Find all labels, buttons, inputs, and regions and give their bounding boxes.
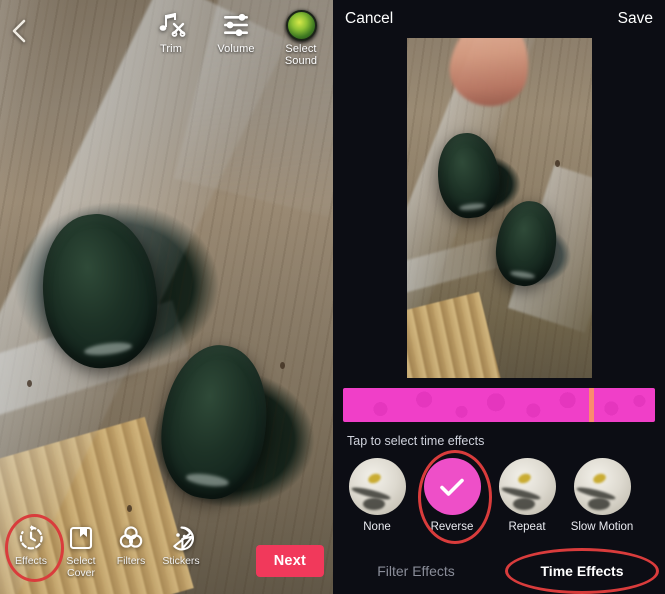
- thumbnail-detail: [588, 497, 611, 510]
- save-button[interactable]: Save: [618, 10, 653, 28]
- select-sound-label-line1: Select: [285, 43, 317, 55]
- effects-tab-bar: Filter Effects Time Effects: [333, 548, 665, 594]
- music-note-scissors-icon: [156, 10, 186, 40]
- debris-speck: [126, 504, 132, 512]
- screenshot-root: Trim Volume Select Sound Effects Select …: [0, 0, 665, 594]
- stickers-tool-label: Stickers: [162, 555, 200, 567]
- right-screen-time-effects: Cancel Save Tap to select time effects N…: [333, 0, 665, 594]
- sound-thumbnail-icon: [285, 9, 317, 41]
- select-sound-tool-button[interactable]: Select Sound: [277, 9, 325, 67]
- time-effect-label: None: [363, 521, 391, 533]
- select-cover-label-line2: Cover: [66, 566, 95, 579]
- trim-tool-label: Trim: [160, 43, 182, 55]
- volume-sliders-icon: [221, 10, 251, 40]
- select-sound-label-line2: Sound: [284, 55, 318, 67]
- turtle-shell-highlight: [459, 203, 486, 212]
- effect-thumbnail: [498, 458, 556, 515]
- left-screen-video-editor: Trim Volume Select Sound Effects Select …: [0, 0, 333, 594]
- debris-speck: [26, 380, 32, 388]
- debris-speck: [279, 362, 285, 370]
- checkmark-icon: [424, 458, 481, 515]
- volume-tool-button[interactable]: Volume: [212, 10, 260, 67]
- cancel-button[interactable]: Cancel: [345, 10, 393, 28]
- effects-clock-icon: [17, 522, 45, 554]
- top-tool-group: Trim Volume Select Sound: [147, 9, 325, 67]
- filters-tool-label: Filters: [116, 555, 146, 567]
- select-cover-tool-label: Select Cover: [66, 555, 96, 579]
- tab-time-effects[interactable]: Time Effects: [499, 548, 665, 594]
- next-button[interactable]: Next: [255, 545, 324, 577]
- select-cover-label-line1: Select: [66, 555, 96, 567]
- turtle-shell-highlight: [185, 470, 230, 488]
- select-sound-tool-label: Select Sound: [285, 43, 317, 67]
- editor-top-toolbar: Trim Volume Select Sound: [0, 0, 333, 84]
- video-preview-background: [0, 0, 333, 594]
- time-effect-label: Slow Motion: [570, 521, 634, 533]
- thumbnail-detail: [363, 497, 386, 510]
- video-preview[interactable]: [406, 38, 592, 378]
- time-effects-instruction-label: Tap to select time effects: [347, 434, 485, 448]
- effect-thumbnail: [348, 458, 406, 515]
- turtle-shell-highlight: [83, 340, 133, 357]
- tab-time-effects-label: Time Effects: [540, 563, 624, 579]
- effect-thumbnail: [573, 458, 631, 515]
- time-effect-option-repeat[interactable]: Repeat: [497, 458, 557, 533]
- thumbnail-detail: [591, 471, 608, 486]
- thumbnail-detail: [513, 497, 536, 510]
- time-effect-option-slow-motion[interactable]: Slow Motion: [570, 458, 634, 533]
- back-chevron-icon[interactable]: [8, 18, 30, 44]
- filters-circles-icon: [117, 522, 145, 554]
- effects-tool-label: Effects: [15, 555, 47, 567]
- time-effects-options-row: None Reverse Repeat Slow Motion: [347, 450, 665, 544]
- tab-filter-effects[interactable]: Filter Effects: [333, 563, 499, 579]
- time-effect-option-reverse[interactable]: Reverse: [418, 450, 492, 544]
- timeline-playhead[interactable]: [589, 388, 595, 422]
- stickers-smiley-icon: [168, 522, 195, 554]
- sound-album-thumbnail: [285, 9, 317, 41]
- video-timeline-strip[interactable]: [343, 388, 655, 422]
- trim-tool-button[interactable]: Trim: [147, 10, 195, 67]
- preview-container: [333, 38, 665, 378]
- volume-tool-label: Volume: [217, 43, 255, 55]
- select-cover-tool-button[interactable]: Select Cover: [56, 522, 106, 579]
- thumbnail-detail: [366, 471, 383, 486]
- turtle-shell-highlight: [509, 270, 536, 281]
- thumbnail-detail: [516, 471, 533, 486]
- timeline-frames-texture: [343, 388, 655, 422]
- time-effect-label: Reverse: [430, 521, 474, 533]
- select-cover-bookmark-icon: [68, 522, 94, 554]
- time-effect-label: Repeat: [508, 521, 546, 533]
- effect-thumbnail-selected: [423, 458, 481, 515]
- time-effect-option-none[interactable]: None: [347, 458, 407, 533]
- filters-tool-button[interactable]: Filters: [106, 522, 156, 568]
- debris-speck: [554, 160, 560, 168]
- effects-tool-button[interactable]: Effects: [5, 514, 64, 582]
- effects-header-bar: Cancel Save: [333, 0, 665, 38]
- stickers-tool-button[interactable]: Stickers: [156, 522, 206, 568]
